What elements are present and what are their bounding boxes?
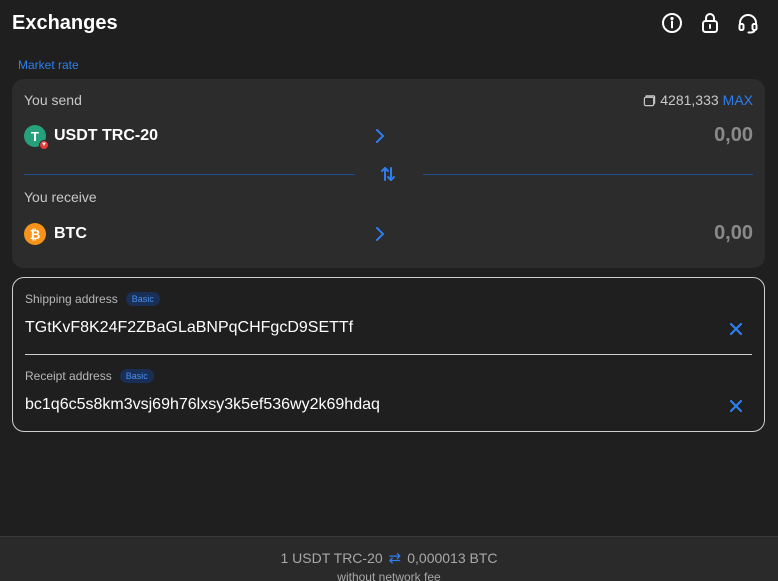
shipping-address-field[interactable]: TGtKvF8K24F2ZBaGLaBNPqCHFgcD9SETTf — [25, 319, 353, 337]
divider-right — [423, 174, 753, 175]
support-headset-icon[interactable] — [736, 11, 760, 35]
shipping-address-label: Shipping address Basic — [25, 292, 160, 306]
exchange-arrows-icon: ⇄ — [388, 550, 402, 567]
swap-icon[interactable] — [379, 165, 397, 183]
send-balance: 4281,333 MAX — [643, 92, 753, 108]
receipt-address-field[interactable]: bc1q6c5s8km3vsj69h76lxsy3k5ef536wy2k69hd… — [25, 396, 380, 414]
close-icon[interactable] — [728, 398, 744, 414]
header-actions — [660, 11, 760, 35]
receive-amount-input[interactable] — [633, 222, 753, 245]
max-button[interactable]: MAX — [723, 92, 753, 108]
send-asset-selector[interactable]: T ▼ USDT TRC-20 — [24, 125, 159, 150]
address-card: Shipping address Basic TGtKvF8K24F2ZBaGL… — [12, 277, 765, 432]
receive-asset-name: BTC — [54, 225, 87, 242]
rate-to: 0,000013 BTC — [407, 550, 498, 566]
exchange-screen: Exchanges Market rate You send 4281,333 … — [0, 0, 778, 581]
receipt-address-label: Receipt address Basic — [25, 369, 154, 383]
usdt-icon: T ▼ — [24, 125, 49, 150]
chevron-right-icon[interactable] — [372, 127, 388, 145]
divider-left — [24, 174, 355, 175]
exchange-card: You send 4281,333 MAX T ▼ USDT TRC-20 0,… — [12, 79, 765, 268]
send-amount-input[interactable] — [633, 124, 753, 147]
shipping-label-text: Shipping address — [25, 292, 118, 306]
tron-network-icon: ▼ — [39, 140, 49, 150]
chevron-right-icon[interactable] — [372, 225, 388, 243]
close-icon[interactable] — [728, 321, 744, 337]
address-divider — [25, 354, 752, 355]
exchange-rate: 1 USDT TRC-20 ⇄ 0,000013 BTC — [0, 549, 778, 567]
rate-note: without network fee — [337, 570, 441, 581]
info-icon[interactable] — [660, 11, 684, 35]
rate-footer: 1 USDT TRC-20 ⇄ 0,000013 BTC without net… — [0, 536, 778, 581]
wallet-icon — [643, 94, 656, 107]
send-label: You send — [24, 92, 82, 108]
header: Exchanges — [0, 0, 778, 46]
bitcoin-icon: ₿ — [24, 223, 46, 245]
rate-from: 1 USDT TRC-20 — [280, 550, 383, 566]
balance-value: 4281,333 — [660, 92, 719, 108]
receipt-label-text: Receipt address — [25, 369, 112, 383]
shipping-basic-badge: Basic — [125, 292, 160, 306]
receive-label: You receive — [24, 189, 97, 205]
receive-asset-selector[interactable]: ₿ BTC — [24, 223, 87, 245]
lock-icon[interactable] — [698, 11, 722, 35]
receipt-basic-badge: Basic — [119, 369, 154, 383]
send-asset-name: USDT TRC-20 — [54, 127, 159, 144]
page-title: Exchanges — [12, 11, 118, 34]
market-rate-link[interactable]: Market rate — [18, 58, 79, 72]
